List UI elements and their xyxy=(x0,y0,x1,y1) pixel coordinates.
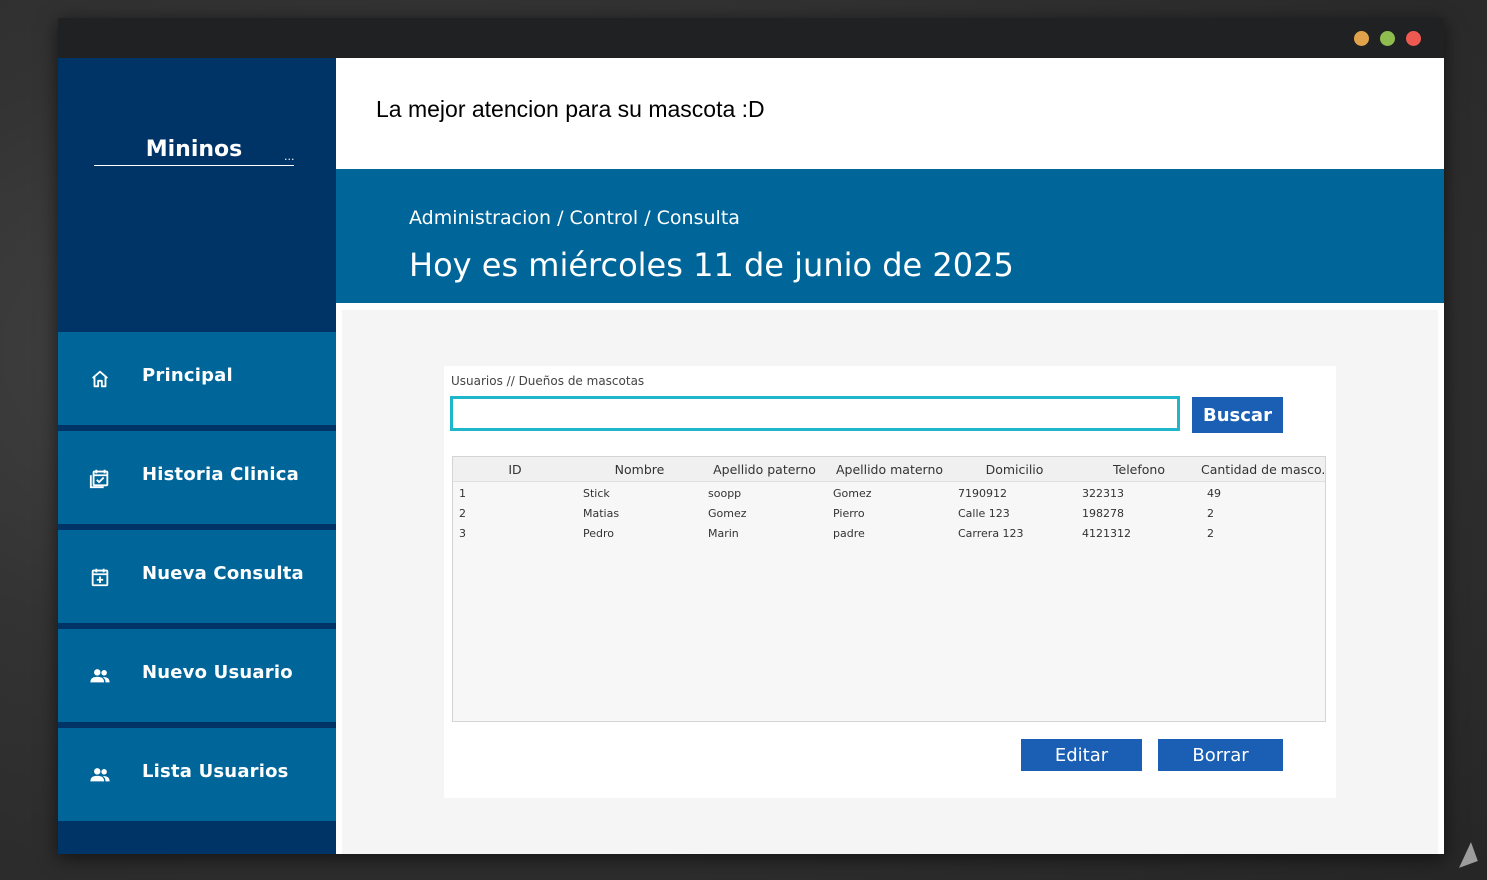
users-icon xyxy=(90,669,110,683)
table-row[interactable]: 2 Matias Gomez Pierro Calle 123 198278 2 xyxy=(453,505,1325,525)
edit-button[interactable]: Editar xyxy=(1021,739,1142,771)
table-row[interactable]: 3 Pedro Marin padre Carrera 123 4121312 … xyxy=(453,525,1325,545)
table-cell: 4121312 xyxy=(1082,527,1131,540)
table-cell: 2 xyxy=(459,507,466,520)
table-cell: Gomez xyxy=(708,507,747,520)
sidebar-item-label: Principal xyxy=(142,365,233,386)
home-icon xyxy=(92,370,108,388)
users-icon xyxy=(90,768,110,782)
minimize-button[interactable] xyxy=(1354,31,1369,46)
sidebar: Mininos ... Principal Historia Clinica N… xyxy=(58,58,336,854)
sidebar-item-lista-usuarios[interactable]: Lista Usuarios xyxy=(58,728,336,821)
title-bar xyxy=(58,18,1444,58)
table-cell: 49 xyxy=(1207,487,1221,500)
table-cell: Marin xyxy=(708,527,739,540)
search-label: Usuarios // Dueños de mascotas xyxy=(451,374,645,388)
table-cell: Calle 123 xyxy=(958,507,1010,520)
main-content: Usuarios // Dueños de mascotas Buscar ID… xyxy=(336,303,1444,854)
sidebar-item-label: Nueva Consulta xyxy=(142,563,304,584)
column-header[interactable]: Apellido paterno xyxy=(702,462,827,477)
users-table[interactable]: ID Nombre Apellido paterno Apellido mate… xyxy=(452,456,1326,722)
table-cell: 2 xyxy=(1207,527,1214,540)
desktop-decoration xyxy=(1452,842,1478,868)
table-cell: Gomez xyxy=(833,487,872,500)
calendar-check-icon xyxy=(89,469,109,489)
search-input[interactable] xyxy=(450,396,1180,431)
table-cell: Carrera 123 xyxy=(958,527,1024,540)
close-button[interactable] xyxy=(1406,31,1421,46)
table-row[interactable]: 1 Stick soopp Gomez 7190912 322313 49 xyxy=(453,485,1325,505)
calendar-plus-icon xyxy=(91,568,109,587)
column-header[interactable]: Domicilio xyxy=(952,462,1077,477)
table-cell: 198278 xyxy=(1082,507,1124,520)
sidebar-item-historia-clinica[interactable]: Historia Clinica xyxy=(58,431,336,524)
breadcrumb: Administracion / Control / Consulta xyxy=(409,207,740,229)
sidebar-item-label: Historia Clinica xyxy=(142,464,299,485)
content-area: Usuarios // Dueños de mascotas Buscar ID… xyxy=(342,310,1438,854)
table-cell: 322313 xyxy=(1082,487,1124,500)
delete-button[interactable]: Borrar xyxy=(1158,739,1283,771)
table-cell: 1 xyxy=(459,487,466,500)
sidebar-item-nueva-consulta[interactable]: Nueva Consulta xyxy=(58,530,336,623)
page-header: Administracion / Control / Consulta Hoy … xyxy=(336,169,1444,303)
column-header[interactable]: ID xyxy=(453,462,577,477)
table-cell: Pierro xyxy=(833,507,865,520)
sidebar-item-label: Lista Usuarios xyxy=(142,761,289,782)
table-cell: Matias xyxy=(583,507,620,520)
table-cell: Pedro xyxy=(583,527,615,540)
slogan: La mejor atencion para su mascota :D xyxy=(376,96,765,122)
maximize-button[interactable] xyxy=(1380,31,1395,46)
sidebar-item-label: Nuevo Usuario xyxy=(142,662,293,683)
top-bar: La mejor atencion para su mascota :D xyxy=(336,58,1444,169)
sidebar-item-nuevo-usuario[interactable]: Nuevo Usuario xyxy=(58,629,336,722)
table-cell: 3 xyxy=(459,527,466,540)
users-panel: Usuarios // Dueños de mascotas Buscar ID… xyxy=(444,366,1336,798)
column-header[interactable]: Telefono xyxy=(1077,462,1201,477)
table-cell: 2 xyxy=(1207,507,1214,520)
table-header: ID Nombre Apellido paterno Apellido mate… xyxy=(453,457,1325,482)
table-cell: padre xyxy=(833,527,865,540)
app-window: Mininos ... Principal Historia Clinica N… xyxy=(58,18,1444,854)
column-header[interactable]: Cantidad de masco... xyxy=(1201,462,1325,477)
table-cell: Stick xyxy=(583,487,610,500)
sidebar-item-principal[interactable]: Principal xyxy=(58,332,336,425)
column-header[interactable]: Apellido materno xyxy=(827,462,952,477)
brand-ellipsis: ... xyxy=(284,150,295,163)
brand-title: Mininos xyxy=(94,137,294,166)
table-cell: soopp xyxy=(708,487,742,500)
page-title: Hoy es miércoles 11 de junio de 2025 xyxy=(409,246,1014,284)
table-cell: 7190912 xyxy=(958,487,1007,500)
column-header[interactable]: Nombre xyxy=(577,462,702,477)
search-button[interactable]: Buscar xyxy=(1192,397,1283,433)
